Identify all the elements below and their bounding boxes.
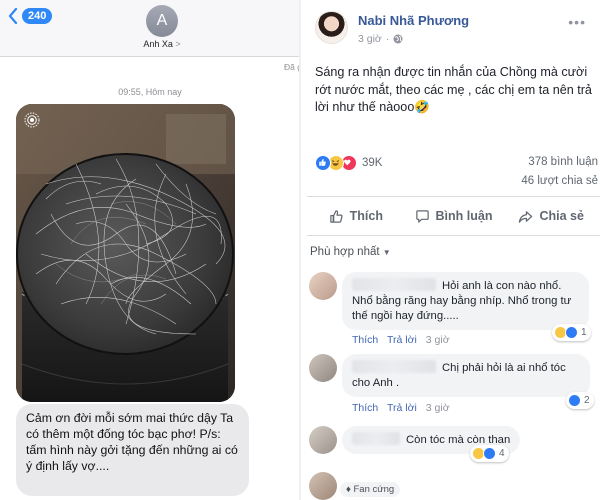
conversation-header: 240 A Anh Xa > [0, 0, 300, 57]
comment-reaction-count: 1 [581, 327, 587, 338]
comment-reaction-count: 4 [499, 448, 505, 459]
commenter-avatar[interactable] [309, 354, 337, 382]
back-button[interactable]: 240 [8, 6, 53, 26]
hidden-commenter-name [352, 360, 436, 373]
share-button-label: Chia sẻ [539, 209, 584, 223]
comment-count[interactable]: 378 bình luận [528, 156, 598, 168]
caret-down-icon: ▼ [382, 248, 391, 257]
reactions-summary[interactable]: 39K [315, 155, 382, 171]
like-button-label: Thích [349, 209, 383, 223]
post-meta: 3 giờ · [358, 33, 403, 45]
comment-reaction-badge[interactable]: 1 [552, 324, 591, 341]
comment-sort-dropdown[interactable]: Phù hợp nhất ▼ [310, 246, 391, 258]
poster-name[interactable]: Nabi Nhã Phương [358, 13, 469, 28]
chevron-right-icon: > [175, 39, 181, 49]
commenter-avatar[interactable] [309, 472, 337, 500]
post-time[interactable]: 3 giờ [358, 33, 382, 45]
comment-time: 3 giờ [425, 334, 450, 346]
comment-item: Chị phải hỏi là ai nhổ tóc cho Anh . 2 T… [309, 354, 600, 416]
comment-like-link[interactable]: Thích [352, 402, 378, 414]
hidden-commenter-name [352, 432, 400, 445]
comment-actions: Thích Trả lời 3 giờ [352, 402, 456, 414]
comment-button-label: Bình luận [435, 209, 493, 223]
globe-icon [393, 34, 403, 44]
comment-bubble: Hỏi anh là con nào nhổ. Nhổ bằng răng ha… [342, 272, 589, 330]
commenter-avatar[interactable] [309, 426, 337, 454]
share-button[interactable]: Chia sẻ [502, 209, 600, 224]
contact-avatar[interactable]: A [146, 5, 178, 37]
comment-reply-link[interactable]: Trả lời [387, 334, 417, 346]
contact-name-text: Anh Xa [143, 39, 173, 49]
comment-actions: Thích Trả lời 3 giờ [352, 334, 456, 346]
text-message-body: Cảm ơn đời mỗi sớm mai thức dậy Ta có th… [26, 411, 238, 473]
comment-icon [415, 209, 429, 223]
comment-item: Hỏi anh là con nào nhổ. Nhổ bằng răng ha… [309, 272, 600, 346]
commenter-avatar[interactable] [309, 272, 337, 300]
top-fan-badge: ♦ Fan cứng [340, 482, 401, 497]
text-message-bubble[interactable]: Cảm ơn đời mỗi sớm mai thức dậy Ta có th… [16, 404, 249, 496]
thumbs-up-icon [329, 209, 343, 223]
comment-reaction-badge[interactable]: 2 [566, 392, 594, 409]
like-button[interactable]: Thích [307, 209, 405, 224]
top-fan-label: Fan cứng [353, 484, 395, 495]
hidden-commenter-name [352, 278, 436, 291]
comment-button[interactable]: Bình luận [405, 209, 503, 224]
contact-name[interactable]: Anh Xa > [110, 39, 214, 49]
like-icon [483, 447, 496, 460]
comment-reply-link[interactable]: Trả lời [387, 402, 417, 414]
comment-item: Còn tóc mà còn than 4 [309, 426, 600, 466]
share-icon [519, 210, 533, 223]
hair-on-chair-photo [16, 104, 235, 402]
unread-count-badge: 240 [22, 8, 53, 24]
comment-time: 3 giờ [425, 402, 450, 414]
message-timestamp: 09:55, Hôm nay [118, 87, 182, 97]
like-icon [565, 326, 578, 339]
imessage-panel: 240 A Anh Xa > Đã g 09:55, Hôm nay [0, 0, 300, 500]
photo-message[interactable] [16, 104, 235, 402]
comment-bubble: Chị phải hỏi là ai nhổ tóc cho Anh . [342, 354, 590, 397]
delivered-label: Đã g [284, 62, 300, 72]
post-text: Sáng ra nhận được tin nhắn của Chồng mà … [315, 65, 592, 114]
like-icon [315, 155, 331, 171]
poster-avatar[interactable] [315, 11, 348, 44]
comment-reaction-badge[interactable]: 4 [470, 445, 509, 462]
more-options-icon[interactable]: ••• [568, 14, 586, 30]
post-action-bar: Thích Bình luận Chia sẻ [307, 196, 600, 236]
comment-like-link[interactable]: Thích [352, 334, 378, 346]
share-count[interactable]: 46 lượt chia sẻ [521, 175, 598, 187]
like-icon [568, 394, 581, 407]
comment-reaction-count: 2 [584, 395, 590, 406]
live-photo-icon[interactable] [24, 112, 40, 128]
comment-sort-label: Phù hợp nhất [310, 246, 380, 258]
reaction-count: 39K [362, 157, 383, 169]
diamond-icon: ♦ [346, 484, 351, 495]
chevron-left-icon [8, 8, 18, 24]
facebook-post-panel: Nabi Nhã Phương 3 giờ · ••• Sáng ra nhận… [301, 0, 600, 500]
